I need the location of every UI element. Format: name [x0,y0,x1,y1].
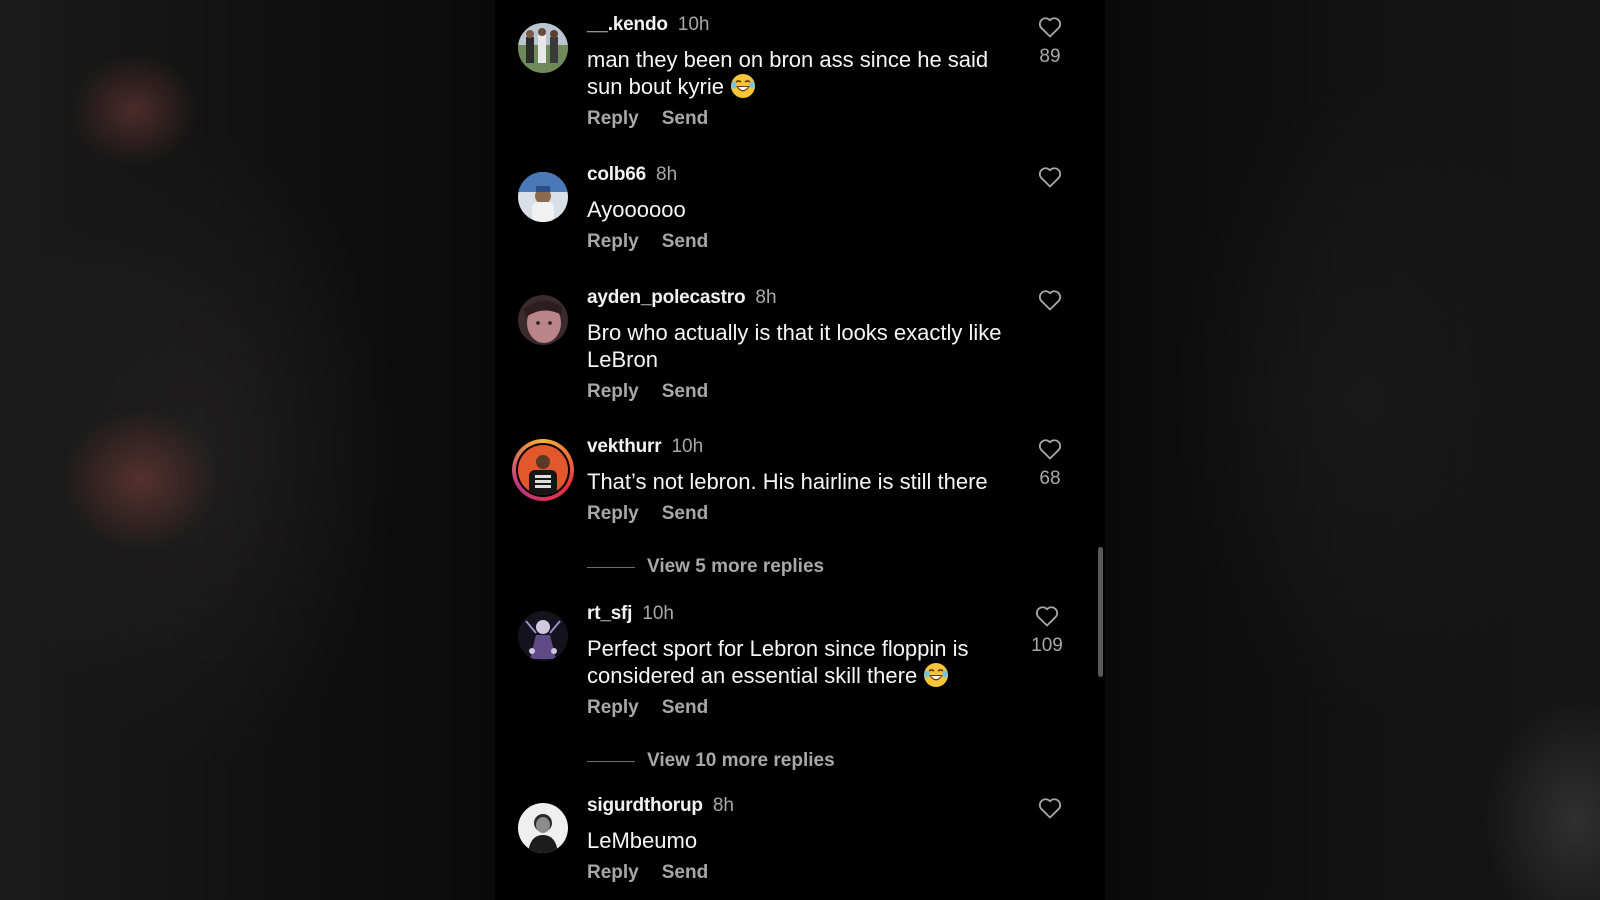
like-count: 89 [1039,46,1061,67]
comment-header: sigurdthorup 8h [587,795,734,819]
comment-actions: Reply Send [587,381,731,403]
like-control [1025,797,1075,819]
avatar-image [518,172,568,222]
blurred-background-left [0,0,495,900]
heart-icon[interactable] [1038,797,1062,819]
comment-text: man they been on bron ass since he said … [587,46,1027,100]
scrollbar-thumb[interactable] [1098,547,1103,677]
send-button[interactable]: Send [662,108,708,130]
like-count: 68 [1039,468,1061,489]
view-more-replies-label[interactable]: View 5 more replies [647,556,824,578]
heart-icon[interactable] [1035,605,1059,627]
username[interactable]: ayden_polecastro [587,287,746,309]
comment-text: Bro who actually is that it looks exactl… [587,320,1002,372]
avatar-image [518,611,568,661]
heart-icon[interactable] [1038,438,1062,460]
timestamp: 8h [712,795,734,816]
send-button[interactable]: Send [662,697,708,719]
comment-text-content: Perfect sport for Lebron since floppin i… [587,636,969,688]
avatar[interactable] [518,803,568,853]
timestamp: 10h [677,14,710,35]
comment-text: LeMbeumo [587,828,698,853]
view-more-replies-label[interactable]: View 10 more replies [647,750,835,772]
send-button[interactable]: Send [662,231,708,253]
reply-button[interactable]: Reply [587,862,639,884]
like-control: 109 [1022,605,1072,657]
comment-header: __.kendo 10h [587,14,709,38]
like-control: 89 [1025,16,1075,68]
avatar[interactable] [518,295,568,345]
comments-panel[interactable]: __.kendo 10h man they been on bron ass s… [495,0,1105,900]
divider-line [587,760,635,762]
timestamp: 8h [656,164,678,185]
timestamp: 8h [755,287,777,308]
reply-button[interactable]: Reply [587,381,639,403]
heart-icon[interactable] [1038,289,1062,311]
avatar-image [518,445,568,495]
divider-line [587,566,635,568]
reply-button[interactable]: Reply [587,108,639,130]
comment-text-content: man they been on bron ass since he said … [587,47,989,99]
laughing-emoji-icon [730,74,755,98]
reply-button[interactable]: Reply [587,231,639,253]
comment-header: ayden_polecastro 8h [587,287,777,311]
avatar[interactable] [518,23,568,73]
view-more-replies[interactable]: View 5 more replies [587,556,824,578]
comment-actions: Reply Send [587,862,731,884]
comment-text: Perfect sport for Lebron since floppin i… [587,635,1007,689]
avatar [518,445,568,495]
like-control [1025,289,1075,311]
laughing-emoji-icon [924,663,949,687]
comment-header: vekthurr 10h [587,436,703,460]
avatar[interactable] [518,172,568,222]
blurred-background-right [1105,0,1600,900]
username[interactable]: colb66 [587,164,646,186]
avatar[interactable] [518,611,568,661]
like-control [1025,166,1075,188]
comment-actions: Reply Send [587,108,731,130]
username[interactable]: __.kendo [587,14,668,36]
comment-text: Ayoooooo [587,197,686,222]
comment-text: That’s not lebron. His hairline is still… [587,469,988,494]
avatar-image [518,803,568,853]
send-button[interactable]: Send [662,381,708,403]
comment-header: rt_sfj 10h [587,603,674,627]
send-button[interactable]: Send [662,503,708,525]
avatar-image [518,295,568,345]
like-count: 109 [1031,635,1063,656]
heart-icon[interactable] [1038,16,1062,38]
timestamp: 10h [642,603,674,624]
avatar-image [518,23,568,73]
view-more-replies[interactable]: View 10 more replies [587,750,835,772]
comment-actions: Reply Send [587,503,731,525]
comment-actions: Reply Send [587,697,731,719]
heart-icon[interactable] [1038,166,1062,188]
like-control: 68 [1025,438,1075,490]
avatar-with-story-ring[interactable] [512,439,574,501]
username[interactable]: vekthurr [587,436,662,458]
send-button[interactable]: Send [662,862,708,884]
reply-button[interactable]: Reply [587,697,639,719]
comment-header: colb66 8h [587,164,677,188]
timestamp: 10h [671,436,704,457]
comment-actions: Reply Send [587,231,731,253]
username[interactable]: rt_sfj [587,603,632,625]
video-frame: __.kendo 10h man they been on bron ass s… [0,0,1600,900]
username[interactable]: sigurdthorup [587,795,703,817]
story-ring-gap [516,443,570,497]
reply-button[interactable]: Reply [587,503,639,525]
